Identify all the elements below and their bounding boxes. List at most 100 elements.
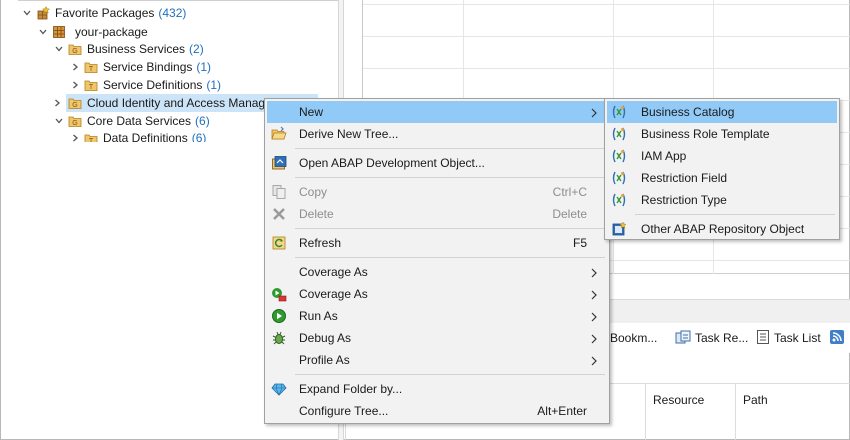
menu-item-label: Profile As bbox=[299, 353, 350, 367]
tree-node-count: (6) bbox=[191, 131, 207, 142]
folder-open-icon bbox=[271, 126, 287, 142]
folder-icon: G bbox=[68, 114, 82, 128]
folder-icon: T bbox=[84, 132, 98, 142]
submenu-arrow-icon bbox=[591, 107, 597, 121]
menu-separator bbox=[295, 177, 605, 178]
column-divider[interactable] bbox=[645, 384, 646, 440]
iam-object-icon bbox=[611, 126, 627, 142]
svg-text:T: T bbox=[89, 66, 94, 73]
menu-item-label: Business Catalog bbox=[641, 105, 735, 119]
submenu-item-restriction-field[interactable]: Restriction Field bbox=[607, 167, 837, 189]
new-repository-object-icon bbox=[611, 221, 627, 237]
menu-item-label: Run As bbox=[299, 309, 338, 323]
tab-label: Task Re... bbox=[695, 331, 749, 345]
chevron-right-icon[interactable] bbox=[68, 62, 82, 72]
chevron-down-icon[interactable] bbox=[52, 116, 66, 126]
submenu-arrow-icon bbox=[591, 289, 597, 303]
chevron-down-icon[interactable] bbox=[20, 8, 34, 18]
iam-object-icon bbox=[611, 170, 627, 186]
tab-label: Bookm... bbox=[610, 331, 658, 345]
submenu-item-restriction-type[interactable]: Restriction Type bbox=[607, 189, 837, 211]
menu-item-coverage-as[interactable]: Coverage As bbox=[267, 261, 607, 283]
refresh-icon bbox=[271, 235, 287, 251]
tab-task-repositories[interactable]: Task Re... bbox=[675, 329, 748, 347]
chevron-down-icon[interactable] bbox=[52, 44, 66, 54]
grid-line bbox=[363, 68, 850, 69]
task-list-icon bbox=[756, 329, 770, 348]
column-header-path[interactable]: Path bbox=[743, 393, 768, 407]
menu-item-label: IAM App bbox=[641, 149, 687, 163]
menu-item-new[interactable]: New bbox=[267, 101, 607, 123]
menu-item-label: Configure Tree... bbox=[299, 404, 389, 418]
tree-node-your-package[interactable]: your-package bbox=[36, 23, 148, 41]
menu-item-shortcut: Ctrl+C bbox=[552, 185, 587, 199]
menu-item-label: Restriction Field bbox=[641, 171, 728, 185]
tree-node-service-bindings[interactable]: T Service Bindings (1) bbox=[68, 58, 211, 76]
chevron-right-icon[interactable] bbox=[68, 80, 82, 90]
menu-item-shortcut: Alt+Enter bbox=[537, 404, 587, 418]
menu-item-run-as[interactable]: Run As bbox=[267, 305, 607, 327]
new-submenu: Business Catalog Business Role Template … bbox=[604, 98, 840, 240]
column-divider[interactable] bbox=[735, 384, 736, 440]
menu-item-configure-tree[interactable]: Configure Tree... Alt+Enter bbox=[267, 400, 607, 422]
menu-item-debug-as[interactable]: Debug As bbox=[267, 327, 607, 349]
tree-node-core-data-services[interactable]: G Core Data Services (6) bbox=[52, 112, 210, 130]
chevron-right-icon[interactable] bbox=[68, 133, 82, 142]
svg-text:G: G bbox=[72, 120, 77, 127]
menu-item-delete[interactable]: Delete Delete bbox=[267, 203, 607, 225]
menu-item-shortcut: Delete bbox=[552, 207, 587, 221]
tree-node-label: Service Bindings bbox=[103, 60, 193, 74]
folder-icon: G bbox=[68, 42, 82, 56]
menu-item-copy[interactable]: Copy Ctrl+C bbox=[267, 181, 607, 203]
tree-node-label: Favorite Packages bbox=[55, 6, 155, 20]
iam-object-icon bbox=[611, 148, 627, 164]
folder-icon: G bbox=[68, 96, 82, 110]
tree-node-data-definitions[interactable]: T Data Definitions (6) bbox=[68, 130, 206, 142]
chevron-down-icon[interactable] bbox=[36, 27, 50, 37]
rss-feed-icon bbox=[829, 329, 845, 348]
tree-node-count: (2) bbox=[189, 42, 204, 56]
menu-item-expand-folder[interactable]: Expand Folder by... bbox=[267, 378, 607, 400]
menu-separator bbox=[295, 148, 605, 149]
submenu-item-other-abap-object[interactable]: Other ABAP Repository Object bbox=[607, 218, 837, 240]
menu-item-label: New bbox=[299, 105, 324, 119]
svg-text:G: G bbox=[72, 48, 77, 55]
iam-object-icon bbox=[611, 192, 627, 208]
menu-item-shortcut: F5 bbox=[572, 236, 587, 250]
tree-node-count: (1) bbox=[196, 60, 212, 74]
menu-item-label: Other ABAP Repository Object bbox=[641, 222, 805, 236]
feed-button[interactable] bbox=[829, 329, 845, 347]
menu-item-label: Restriction Type bbox=[641, 193, 727, 207]
submenu-item-business-catalog[interactable]: Business Catalog bbox=[607, 101, 837, 123]
tree-node-label: your-package bbox=[75, 25, 148, 39]
tab-label: Task List bbox=[774, 331, 821, 345]
menu-item-derive-new-tree[interactable]: Derive New Tree... bbox=[267, 123, 607, 145]
menu-item-refresh[interactable]: Refresh F5 bbox=[267, 232, 607, 254]
menu-item-open-abap-object[interactable]: Open ABAP Development Object... bbox=[267, 152, 607, 174]
context-menu: New Derive New Tree... Open ABAP Develop… bbox=[264, 98, 610, 424]
menu-item-label: Expand Folder by... bbox=[299, 382, 403, 396]
submenu-item-business-role-template[interactable]: Business Role Template bbox=[607, 123, 837, 145]
menu-item-label: Derive New Tree... bbox=[299, 127, 399, 141]
column-header-resource[interactable]: Resource bbox=[653, 393, 704, 407]
tree-node-business-services[interactable]: G Business Services (2) bbox=[52, 40, 204, 58]
chevron-right-icon[interactable] bbox=[52, 98, 62, 108]
tab-bookmarks[interactable]: Bookm... bbox=[610, 329, 657, 347]
menu-item-coverage-as-2[interactable]: Coverage As bbox=[267, 283, 607, 305]
menu-separator bbox=[295, 374, 605, 375]
menu-item-profile-as[interactable]: Profile As bbox=[267, 349, 607, 371]
svg-text:G: G bbox=[72, 102, 77, 109]
tree-node-favorite-packages[interactable]: Favorite Packages (432) bbox=[20, 4, 186, 22]
tree-node-service-definitions[interactable]: T Service Definitions (1) bbox=[68, 76, 221, 94]
submenu-item-iam-app[interactable]: IAM App bbox=[607, 145, 837, 167]
menu-separator bbox=[295, 257, 605, 258]
open-object-icon bbox=[271, 155, 287, 171]
folder-icon: T bbox=[84, 60, 98, 74]
tab-task-list[interactable]: Task List bbox=[756, 329, 821, 347]
submenu-arrow-icon bbox=[591, 267, 597, 281]
menu-separator bbox=[295, 228, 605, 229]
folder-icon: T bbox=[84, 78, 98, 92]
tree-node-count: (1) bbox=[206, 78, 222, 92]
task-repository-icon bbox=[675, 329, 691, 348]
submenu-arrow-icon bbox=[591, 311, 597, 325]
